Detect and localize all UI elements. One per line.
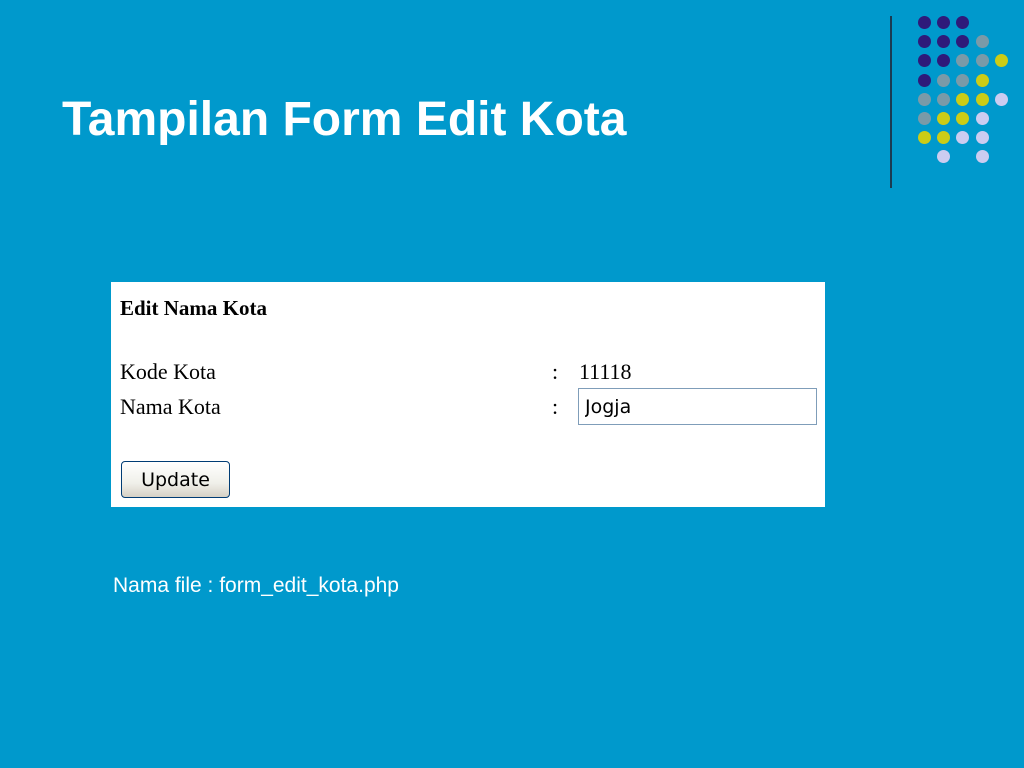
decorative-dot [937, 16, 951, 29]
decorative-dot [994, 54, 1008, 68]
decorative-dot [975, 54, 989, 68]
decorative-dot [918, 35, 931, 49]
file-name-caption: Nama file : form_edit_kota.php [113, 574, 399, 597]
decorative-dot [975, 92, 989, 106]
decorative-dot [937, 73, 951, 87]
form-screenshot: Edit Nama Kota Kode Kota : 11118 Nama Ko… [111, 282, 825, 507]
decorative-dot [918, 92, 931, 106]
slide-title: Tampilan Form Edit Kota [62, 93, 627, 146]
decorative-dot [918, 131, 931, 145]
decorative-dot [956, 131, 970, 145]
update-button[interactable]: Update [121, 461, 230, 498]
decorative-dot [937, 112, 951, 125]
decorative-dot [918, 112, 931, 125]
decorative-dot [975, 131, 989, 145]
decorative-dot [937, 131, 951, 145]
kode-kota-colon: : [552, 359, 559, 384]
decorative-dot [937, 92, 951, 106]
decorative-dot [918, 54, 931, 68]
decorative-dot [956, 112, 970, 125]
nama-kota-colon: : [552, 394, 559, 419]
decorative-dot [956, 35, 970, 49]
decorative-dot [937, 54, 951, 68]
decorative-dot [956, 16, 970, 29]
nama-kota-input[interactable] [578, 388, 817, 425]
kode-kota-value: 11118 [579, 359, 632, 384]
form-heading: Edit Nama Kota [120, 296, 267, 320]
decorative-dot [918, 16, 931, 29]
decorative-dot [956, 92, 970, 106]
kode-kota-label: Kode Kota [120, 359, 216, 384]
nama-kota-label: Nama Kota [120, 394, 221, 419]
decorative-dot [956, 73, 970, 87]
divider-line [890, 16, 892, 188]
decorative-dot [956, 54, 970, 68]
decorative-dot [937, 35, 951, 49]
decorative-dot [975, 73, 989, 87]
decorative-dot [994, 92, 1008, 106]
decorative-dot [975, 150, 989, 164]
decorative-dot [975, 35, 989, 49]
decorative-dot [975, 112, 989, 125]
decorative-dot [918, 73, 931, 87]
decorative-dot [937, 150, 951, 164]
